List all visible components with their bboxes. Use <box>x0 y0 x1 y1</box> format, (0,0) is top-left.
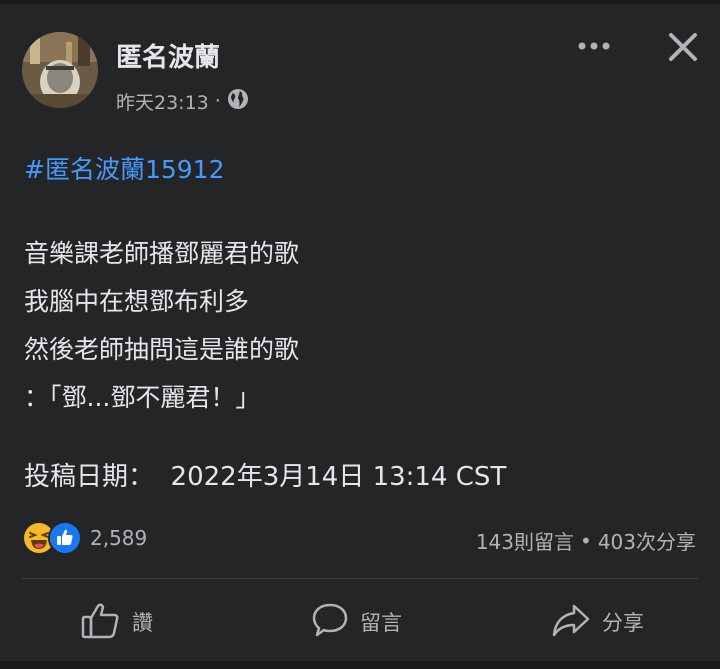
thumbs-up-icon <box>80 600 122 645</box>
share-label: 分享 <box>602 611 644 635</box>
like-label: 讚 <box>132 611 153 635</box>
close-icon[interactable] <box>664 28 702 66</box>
share-arrow-icon <box>550 600 592 645</box>
globe-icon <box>227 88 249 115</box>
post-body: 音樂課老師播鄧麗君的歌 我腦中在想鄧布利多 然後老師抽問這是誰的歌 ：「鄧...… <box>24 230 299 422</box>
hashtag-link[interactable]: #匿名波蘭15912 <box>24 150 224 186</box>
stats-separator: • <box>580 528 592 553</box>
comment-button[interactable]: 留言 <box>310 598 402 646</box>
like-icon <box>48 521 82 555</box>
post-card: 匿名波蘭 昨天23:13 · #匿名波蘭15912 音樂課老師播鄧麗君的歌 我腦… <box>0 4 720 661</box>
like-button[interactable]: 讚 <box>80 598 153 646</box>
post-meta: 昨天23:13 · <box>116 88 249 114</box>
avatar[interactable] <box>22 32 98 108</box>
post-line: 音樂課老師播鄧麗君的歌 <box>24 239 300 268</box>
meta-separator: · <box>214 90 221 112</box>
reaction-summary[interactable]: 2,589 <box>22 521 148 555</box>
engagement-stats: 143則留言 • 403次分享 <box>476 526 696 555</box>
comment-label: 留言 <box>360 611 402 635</box>
bottom-band <box>0 661 720 669</box>
post-line: 然後老師抽問這是誰的歌 <box>24 335 300 364</box>
more-options-icon[interactable] <box>576 34 612 58</box>
reaction-count: 2,589 <box>90 526 148 550</box>
author-name[interactable]: 匿名波蘭 <box>116 37 220 74</box>
post-line: ：「鄧...鄧不麗君！」 <box>24 383 261 412</box>
timestamp[interactable]: 昨天23:13 <box>116 88 209 115</box>
divider <box>22 578 698 579</box>
speech-bubble-icon <box>310 600 350 645</box>
comments-count[interactable]: 143則留言 <box>476 526 574 555</box>
share-button[interactable]: 分享 <box>550 598 644 646</box>
shares-count[interactable]: 403次分享 <box>598 526 696 555</box>
submission-date: 投稿日期： 2022年3月14日 13:14 CST <box>24 462 507 492</box>
post-line: 我腦中在想鄧布利多 <box>24 287 250 316</box>
